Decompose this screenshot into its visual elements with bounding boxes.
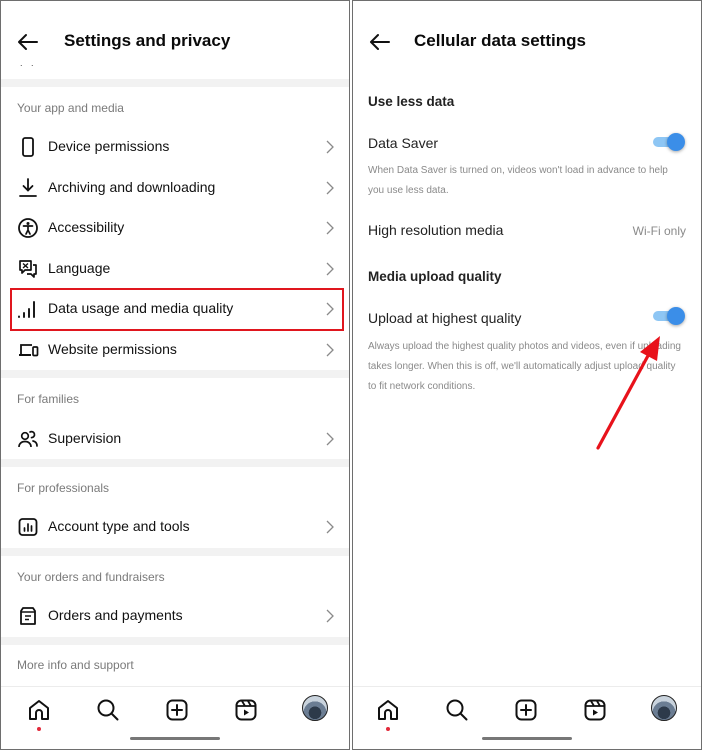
settings-item-account-type-and-tools[interactable]: Account type and tools [1,507,349,547]
item-label: Device permissions [48,138,170,154]
section-heading: More info and support [17,658,134,672]
home-indicator [482,737,572,740]
bottom-nav [353,686,701,749]
settings-item-language[interactable]: Language [1,249,349,289]
settings-item-supervision[interactable]: Supervision [1,419,349,459]
search-icon[interactable] [95,697,121,723]
settings-item-archiving-and-downloading[interactable]: Archiving and downloading [1,168,349,208]
header: Cellular data settings [353,1,701,79]
translate-icon [19,260,37,278]
chevron-right-icon [326,262,334,276]
section-divider [1,79,349,87]
item-label: Website permissions [48,341,177,357]
toggle-knob [667,307,685,325]
chevron-right-icon [326,343,334,357]
section-divider [1,548,349,556]
upload-highest-quality-toggle[interactable] [653,306,685,326]
upload-quality-help-text: Always upload the highest quality photos… [368,341,681,392]
chevron-right-icon [326,140,334,154]
chevron-right-icon [326,520,334,534]
receipt-box-icon [20,607,36,625]
item-label: Data usage and media quality [48,300,234,316]
truncated-row: . . [20,58,37,68]
settings-item-orders-and-payments[interactable]: Orders and payments [1,596,349,636]
chevron-right-icon [326,609,334,623]
upload-highest-quality-label: Upload at highest quality [368,310,522,326]
settings-item-device-permissions[interactable]: Device permissions [1,127,349,167]
back-arrow-icon[interactable] [15,29,41,55]
chart-box-icon [18,518,38,536]
section-divider [1,370,349,378]
item-label: Supervision [48,430,122,446]
cellular-data-settings-screen: Cellular data settings Use less data Dat… [352,0,702,750]
chevron-right-icon [326,181,334,195]
section-heading: For professionals [17,481,110,495]
plus-square-icon[interactable] [164,697,190,723]
back-arrow-icon[interactable] [367,29,393,55]
home-icon[interactable] [26,697,52,723]
page-title: Settings and privacy [64,31,231,50]
high-resolution-media-row[interactable]: High resolution media [368,222,503,238]
header: Settings and privacy . . [1,1,349,79]
download-icon [19,178,37,197]
reels-icon[interactable] [582,697,608,723]
avatar[interactable] [302,695,328,721]
settings-item-data-usage-and-media-quality[interactable]: Data usage and media quality [1,289,349,329]
settings-and-privacy-screen: Settings and privacy . . Your app and me… [0,0,350,750]
section-heading: Your app and media [17,101,124,115]
avatar[interactable] [651,695,677,721]
section-heading-use-less-data: Use less data [368,94,455,109]
data-saver-label: Data Saver [368,135,439,151]
chevron-right-icon [326,432,334,446]
settings-item-website-permissions[interactable]: Website permissions [1,330,349,370]
item-label: Account type and tools [48,518,190,534]
section-heading: For families [17,392,80,406]
section-heading-media-upload-quality: Media upload quality [368,269,502,284]
phone-icon [22,137,34,157]
section-heading: Your orders and fundraisers [17,570,165,584]
chevron-right-icon [326,302,334,316]
settings-item-accessibility[interactable]: Accessibility [1,208,349,248]
page-title: Cellular data settings [414,31,586,50]
people-icon [18,430,38,448]
plus-square-icon[interactable] [513,697,539,723]
notification-dot [386,727,390,731]
section-divider [1,459,349,467]
item-label: Language [48,260,111,276]
search-icon[interactable] [444,697,470,723]
bottom-nav [1,686,349,749]
devices-icon [19,344,39,357]
notification-dot [37,727,41,731]
item-label: Archiving and downloading [48,179,216,195]
high-resolution-media-value: Wi-Fi only [632,224,686,238]
home-icon[interactable] [375,697,401,723]
reels-icon[interactable] [233,697,259,723]
item-label: Accessibility [48,219,125,235]
data-saver-help-text: When Data Saver is turned on, videos won… [368,165,668,196]
section-divider [1,637,349,645]
toggle-knob [667,133,685,151]
accessibility-icon [18,218,38,238]
item-label: Orders and payments [48,607,183,623]
data-saver-toggle[interactable] [653,132,685,152]
signal-bars-icon [18,301,35,318]
home-indicator [130,737,220,740]
chevron-right-icon [326,221,334,235]
